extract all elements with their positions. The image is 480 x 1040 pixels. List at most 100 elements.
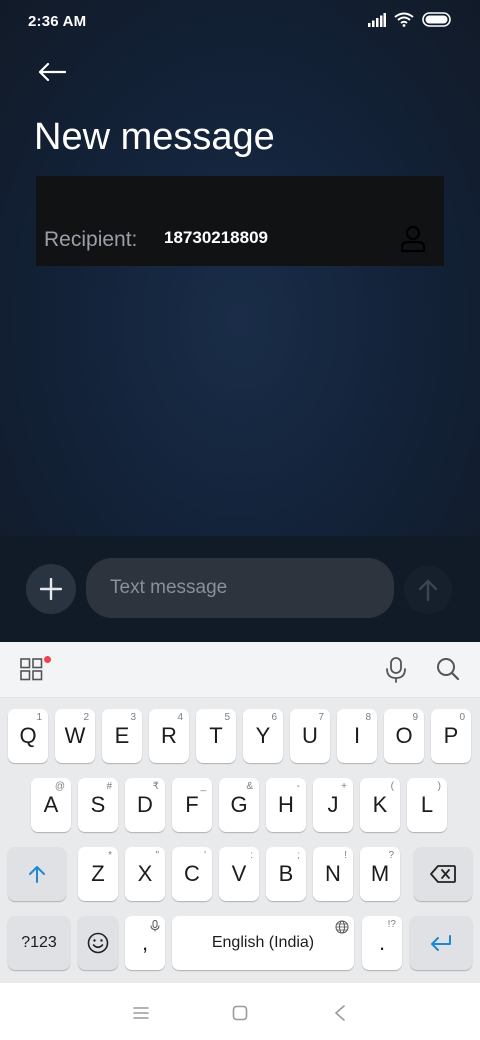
add-attachment-button[interactable]: [26, 564, 76, 614]
message-input[interactable]: Text message: [86, 558, 394, 618]
key-f[interactable]: F _: [172, 778, 212, 832]
key-a[interactable]: A @: [31, 778, 71, 832]
search-icon: [437, 658, 460, 681]
key-label: L: [420, 792, 434, 817]
key-hint: 3: [130, 712, 136, 723]
composer-bar: Text message: [0, 536, 480, 642]
key-label: G: [230, 792, 248, 817]
key-b[interactable]: B;: [266, 847, 306, 901]
key-label: F: [185, 792, 199, 817]
contact-picker-button[interactable]: [396, 222, 430, 256]
recipient-label: Recipient:: [44, 228, 138, 251]
emoji-icon: [87, 932, 109, 954]
symbols-key[interactable]: ?123: [8, 916, 70, 970]
key-label: P: [443, 723, 459, 748]
enter-key[interactable]: [410, 916, 472, 970]
wifi-icon: [394, 12, 414, 27]
key-s[interactable]: S #: [78, 778, 118, 832]
notification-dot: [44, 656, 51, 663]
key-h[interactable]: H-: [266, 778, 306, 832]
key-v[interactable]: V:: [219, 847, 259, 901]
key-hint: 5: [224, 712, 230, 723]
signal-icon: [368, 12, 386, 27]
key-label: A: [43, 792, 59, 817]
send-button[interactable]: [404, 566, 452, 614]
key-p[interactable]: P0: [431, 709, 471, 763]
key-label: J: [327, 792, 339, 817]
apps-button[interactable]: [20, 658, 44, 682]
app-screen: 2:36 AM New message Recipient: 187302188…: [0, 0, 480, 536]
key-label: Z: [91, 861, 105, 886]
key-label: E: [114, 723, 130, 748]
nav-back-button[interactable]: [328, 1001, 352, 1025]
status-bar: 2:36 AM: [0, 0, 480, 44]
key-k[interactable]: K(: [360, 778, 400, 832]
key-j[interactable]: J +: [313, 778, 353, 832]
key-w[interactable]: W2: [55, 709, 95, 763]
key-hint: @: [54, 781, 65, 792]
key-label: O: [395, 723, 413, 748]
arrow-up-icon: [418, 579, 438, 601]
key-d[interactable]: D ₹: [125, 778, 165, 832]
menu-icon: [133, 1007, 149, 1019]
key-hint: 9: [412, 712, 418, 723]
key-label: N: [325, 861, 341, 886]
period-label: .: [378, 930, 386, 955]
key-hint: 2: [83, 712, 89, 723]
space-key[interactable]: English (India): [172, 916, 354, 970]
globe-icon: [335, 920, 349, 934]
shift-key[interactable]: [8, 847, 66, 901]
home-button[interactable]: [228, 1001, 252, 1025]
key-n[interactable]: N!: [313, 847, 353, 901]
plus-icon: [40, 578, 62, 600]
key-o[interactable]: O9: [384, 709, 424, 763]
mic-hint-icon: [150, 920, 160, 932]
status-time: 2:36 AM: [28, 13, 87, 30]
key-hint: !: [344, 850, 347, 861]
key-label: S: [90, 792, 106, 817]
page-title: New message: [34, 116, 275, 158]
recipient-value[interactable]: 18730218809: [164, 228, 268, 248]
recipient-field[interactable]: Recipient: 18730218809: [36, 176, 444, 266]
key-label: Y: [255, 723, 271, 748]
key-r[interactable]: R4: [149, 709, 189, 763]
key-y[interactable]: Y6: [243, 709, 283, 763]
back-button[interactable]: [30, 52, 74, 92]
key-hint: 0: [459, 712, 465, 723]
key-l[interactable]: L): [407, 778, 447, 832]
key-q[interactable]: Q1: [8, 709, 48, 763]
key-u[interactable]: U7: [290, 709, 330, 763]
key-hint: ₹: [152, 781, 159, 792]
key-m[interactable]: M?: [360, 847, 400, 901]
home-icon: [232, 1005, 248, 1021]
comma-key[interactable]: ,: [125, 916, 165, 970]
key-hint: 4: [177, 712, 183, 723]
key-i[interactable]: I8: [337, 709, 377, 763]
space-label: English (India): [211, 934, 315, 951]
keyboard-search-button[interactable]: [436, 657, 460, 686]
recents-button[interactable]: [129, 1001, 153, 1025]
status-icons: [368, 12, 452, 27]
key-hint: 8: [365, 712, 371, 723]
key-x[interactable]: X ": [125, 847, 165, 901]
key-hint: ?: [388, 850, 394, 861]
key-hint: ": [155, 850, 159, 861]
key-e[interactable]: E3: [102, 709, 142, 763]
voice-input-button[interactable]: [384, 657, 408, 688]
backspace-key[interactable]: [414, 847, 472, 901]
key-hint: +: [341, 781, 347, 792]
keyboard-toolbar: [0, 642, 480, 698]
key-hint: _: [200, 781, 206, 792]
shift-arrow-icon: [29, 866, 45, 883]
back-nav-icon: [335, 1005, 345, 1021]
period-key[interactable]: .!?: [362, 916, 402, 970]
key-label: H: [278, 792, 294, 817]
key-hint: 1: [36, 712, 42, 723]
key-t[interactable]: T5: [196, 709, 236, 763]
key-hint: ': [204, 850, 206, 861]
key-c[interactable]: C ': [172, 847, 212, 901]
key-g[interactable]: G &: [219, 778, 259, 832]
key-hint: #: [106, 781, 112, 792]
emoji-key[interactable]: [78, 916, 118, 970]
key-z[interactable]: Z *: [78, 847, 118, 901]
